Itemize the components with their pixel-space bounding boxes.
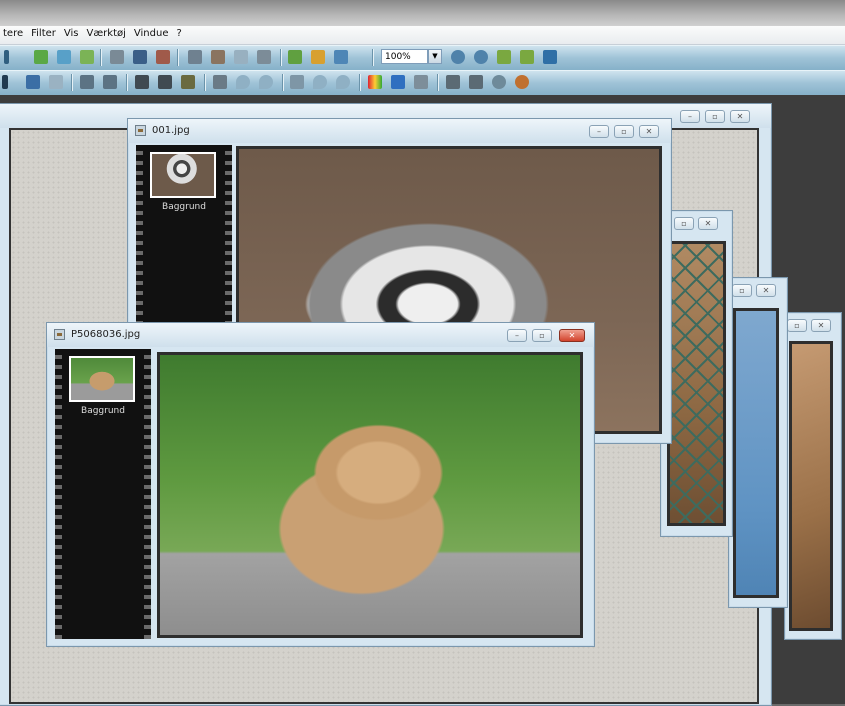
minimize-button[interactable]: – [507,329,527,342]
maximize-button[interactable]: ▫ [787,319,807,332]
layer-label: Baggrund [162,202,206,212]
close-button[interactable]: ✕ [559,329,585,342]
fullscreen-icon[interactable] [543,50,557,64]
palette-icon[interactable] [368,75,382,89]
toolbar-separator [280,49,282,66]
minimize-button[interactable]: – [680,110,700,123]
film4-icon[interactable] [446,75,460,89]
menu-bar: tere Filter Vis Værktøj Vindue? [0,26,845,45]
close-button[interactable]: ✕ [811,319,831,332]
zoom-input[interactable]: 100% [381,49,428,64]
lion-photo-c [789,341,833,631]
toolbar-separator [71,74,73,91]
layer-thumbnail[interactable] [69,356,135,402]
toolbar-separator [100,49,102,66]
select-icon[interactable] [234,50,248,64]
monitor-icon[interactable] [391,75,405,89]
maximize-button[interactable]: ▫ [614,125,634,138]
menu-item-vis[interactable]: Vis [61,26,84,39]
top-strip [0,0,845,26]
back-window-b[interactable]: ▫ ✕ [728,277,788,608]
toolbar-separator [282,74,284,91]
maximize-button[interactable]: ▫ [532,329,552,342]
frame-icon[interactable] [133,50,147,64]
paste-icon[interactable] [80,50,94,64]
lion-cub-photo [157,352,583,638]
globe-icon[interactable] [492,75,506,89]
toolbar-separator [204,74,206,91]
close-button[interactable]: ✕ [730,110,750,123]
layer-thumbnail[interactable] [150,152,216,198]
menu-item-tere[interactable]: tere [0,26,28,39]
lion-window[interactable]: P5068036.jpg – ▫ ✕ Baggrund [46,322,595,647]
contrast-icon[interactable] [211,50,225,64]
resize-icon[interactable] [80,75,94,89]
film-perforation [144,349,151,639]
close-button[interactable]: ✕ [639,125,659,138]
sky-photo-b [733,308,779,598]
text2-icon[interactable] [414,75,428,89]
brightness-icon[interactable] [213,75,227,89]
bucket-icon[interactable] [311,50,325,64]
hill-icon[interactable] [290,75,304,89]
toolbar-separator [437,74,439,91]
film-icon[interactable] [135,75,149,89]
drop4-icon[interactable] [336,75,350,89]
web-icon[interactable] [515,75,529,89]
rotate-icon[interactable] [188,50,202,64]
menu-item-filter[interactable]: Filter [28,26,61,39]
maximize-button[interactable]: ▫ [732,284,752,297]
resize2-icon[interactable] [103,75,117,89]
close-button[interactable]: ✕ [698,217,718,230]
toolbar-separator [126,74,128,91]
film2-icon[interactable] [158,75,172,89]
arrow-icon[interactable] [2,75,8,89]
print-icon[interactable] [469,75,483,89]
toolbar-separator [359,74,361,91]
toolbar-row-1: 100% ▼ [0,45,845,71]
color-icon[interactable] [156,50,170,64]
zoom-dropdown-icon[interactable]: ▼ [428,49,442,64]
zoom-out-icon[interactable] [474,50,488,64]
image-file-icon [135,125,146,136]
grip-icon [4,50,9,64]
toolbar-separator [177,49,179,66]
fence-photo-a [667,241,726,526]
lemur-window-title: 001.jpg [152,125,190,136]
menu-item-vaerktoj[interactable]: Værktøj [84,26,131,39]
drop-icon[interactable] [236,75,250,89]
mountain-icon[interactable] [26,75,40,89]
layer-icon[interactable] [34,50,48,64]
crop-icon[interactable] [110,50,124,64]
lion-window-title: P5068036.jpg [71,329,141,340]
maximize-button[interactable]: ▫ [705,110,725,123]
film3-icon[interactable] [181,75,195,89]
toolbar-row-2 [0,70,845,96]
maximize-button[interactable]: ▫ [674,217,694,230]
menu-item-vindue[interactable]: Vindue [131,26,174,39]
drop2-icon[interactable] [259,75,273,89]
zoom-in-icon[interactable] [451,50,465,64]
lines-icon[interactable] [49,75,63,89]
image-file-icon [54,329,65,340]
image-icon[interactable] [334,50,348,64]
layer-panel: Baggrund [55,349,151,639]
brush-icon[interactable] [288,50,302,64]
back-window-c[interactable]: ▫ ✕ [784,312,842,640]
fit-icon[interactable] [497,50,511,64]
layer-label: Baggrund [81,406,125,416]
toolbar-separator [372,49,374,66]
close-button[interactable]: ✕ [756,284,776,297]
fit-width-icon[interactable] [520,50,534,64]
copy-icon[interactable] [57,50,71,64]
minimize-button[interactable]: – [589,125,609,138]
menu-item-help[interactable]: ? [173,26,186,39]
text-icon[interactable] [257,50,271,64]
drop3-icon[interactable] [313,75,327,89]
film-perforation [55,349,62,639]
